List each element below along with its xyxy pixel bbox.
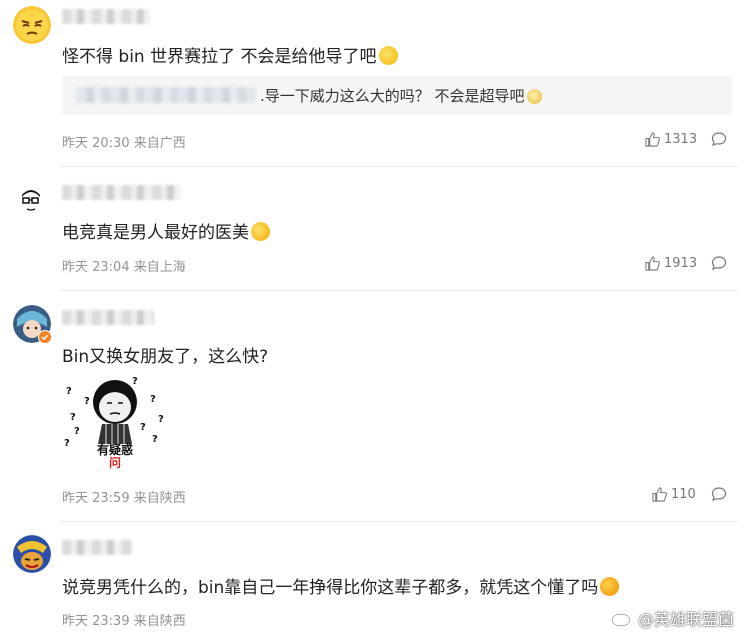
- smirk-emoji-icon: [378, 46, 398, 65]
- svg-text:?: ?: [74, 426, 80, 437]
- meme-image[interactable]: ??? ??? ??? ? 有疑惑 问: [62, 372, 168, 478]
- comment-text: 说竞男凭什么的，bin靠自己一年挣得比你这辈子都多，就凭这个懂了吗: [62, 573, 620, 598]
- like-count: 110: [671, 487, 696, 502]
- meme-caption-line2: 问: [108, 456, 121, 470]
- like-count: 1913: [664, 256, 698, 271]
- username-blurred[interactable]: [62, 540, 132, 555]
- svg-text:?: ?: [66, 386, 72, 397]
- thumbs-up-icon: [645, 132, 660, 147]
- like-count: 1313: [664, 132, 698, 147]
- verified-badge-icon: [38, 330, 52, 344]
- yum-emoji-icon: [251, 222, 270, 241]
- svg-text:?: ?: [140, 422, 146, 433]
- like-button[interactable]: 1313: [645, 132, 697, 147]
- divider: [60, 290, 738, 291]
- svg-text:?: ?: [150, 394, 156, 405]
- comment-text: Bin又换女朋友了，这么快?: [62, 347, 269, 367]
- divider: [60, 521, 738, 522]
- username-blurred[interactable]: [62, 310, 154, 325]
- avatar[interactable]: [13, 535, 51, 573]
- meme-caption: 有疑惑 问: [62, 444, 168, 470]
- like-button[interactable]: 110: [652, 487, 696, 502]
- svg-text:?: ?: [158, 414, 164, 425]
- like-button[interactable]: 1913: [645, 256, 697, 271]
- timestamp-location: 昨天 20:30 来自广西: [62, 136, 186, 151]
- avatar[interactable]: [13, 183, 49, 219]
- weibo-logo-icon: [611, 611, 632, 627]
- thumbs-up-icon: [652, 487, 667, 502]
- comment-text: 怪不得 bin 世界赛拉了 不会是给他导了吧: [62, 42, 398, 67]
- reply-icon[interactable]: [711, 255, 727, 271]
- cat-emoji-icon: [526, 89, 542, 104]
- divider: [60, 166, 738, 167]
- username-blurred[interactable]: [62, 185, 180, 200]
- avatar[interactable]: [13, 6, 51, 44]
- svg-text:?: ?: [70, 412, 76, 423]
- comment-text: 电竞真是男人最好的医美: [62, 218, 270, 243]
- thumbs-up-icon: [645, 256, 660, 271]
- username-blurred[interactable]: [62, 9, 150, 24]
- timestamp-location: 昨天 23:04 来自上海: [62, 260, 186, 275]
- svg-text:?: ?: [132, 376, 138, 387]
- quoted-reply[interactable]: .导一下威力这么大的吗？ 不会是超导吧: [62, 76, 732, 115]
- watermark: @英雄联盟菌: [611, 606, 734, 630]
- watermark-text: @英雄联盟菌: [637, 610, 734, 629]
- timestamp-location: 昨天 23:39 来自陕西: [62, 614, 186, 629]
- quoted-text: .导一下威力这么大的吗？ 不会是超导吧: [260, 85, 542, 106]
- laugh-emoji-icon: [600, 577, 620, 596]
- timestamp-location: 昨天 23:59 来自陕西: [62, 491, 186, 506]
- quoted-username-blurred: [76, 87, 256, 103]
- reply-icon[interactable]: [711, 131, 727, 147]
- svg-text:?: ?: [84, 396, 90, 407]
- reply-icon[interactable]: [711, 486, 727, 502]
